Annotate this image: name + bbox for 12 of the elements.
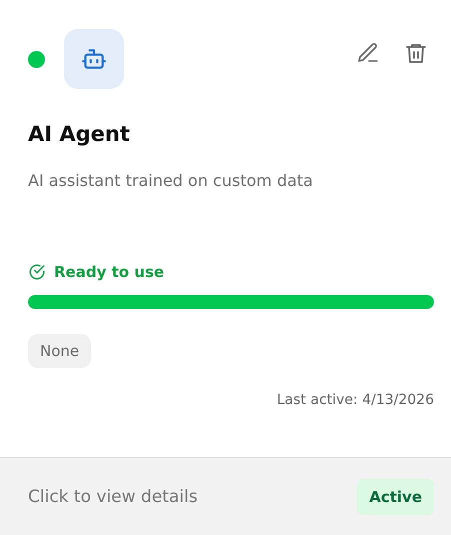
- status-badge: Active: [357, 478, 434, 514]
- check-circle-icon: [28, 263, 46, 281]
- card-footer[interactable]: Click to view details Active: [0, 457, 451, 535]
- view-details-hint: Click to view details: [28, 486, 198, 506]
- tag: None: [28, 334, 92, 368]
- pencil-icon: [356, 41, 380, 65]
- ready-status: Ready to use: [54, 263, 164, 281]
- trash-icon: [404, 41, 428, 65]
- agent-description: AI assistant trained on custom data: [28, 170, 314, 192]
- last-active-date: Last active: 4/13/2026: [276, 392, 434, 408]
- agent-name: AI Agent: [28, 121, 131, 148]
- robot-icon: [64, 29, 124, 89]
